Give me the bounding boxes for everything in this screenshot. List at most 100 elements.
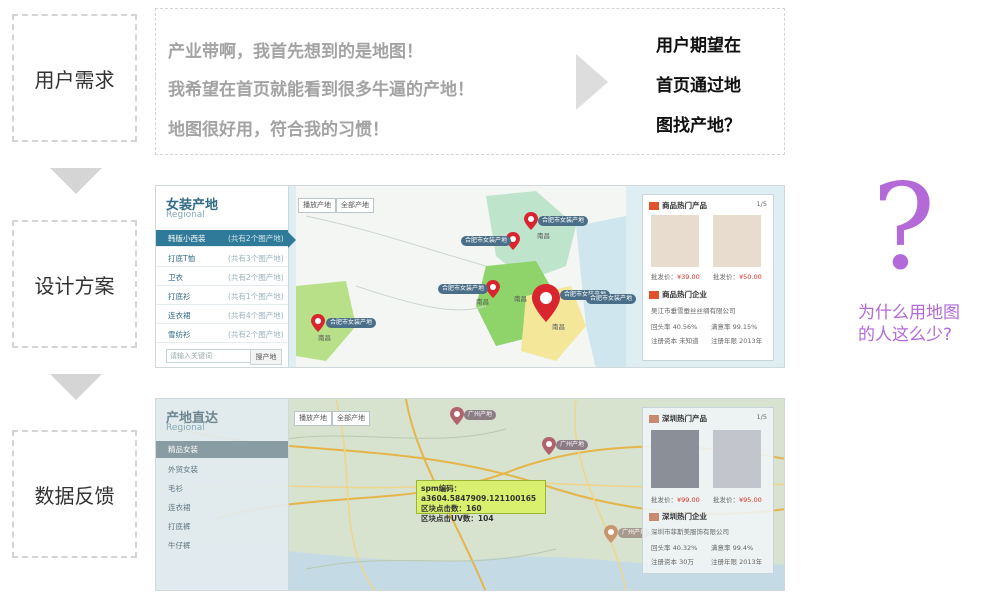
category-item[interactable]: 打底T恤 (共有3个图产地) [156,250,288,267]
map-pin-icon[interactable] [524,212,538,230]
map-pin-large-icon[interactable] [532,284,560,322]
company-stat: 注册资本 30万 [651,558,694,566]
user-quote: 我希望在首页就能看到很多牛逼的产地！ [168,80,474,100]
map-pin-icon[interactable] [542,437,556,455]
region-label: 合肥市女装产地 [438,284,489,294]
tab-play-regions[interactable]: 播放产地 [298,198,336,213]
card-heading: 深圳热门产品 [649,413,707,424]
card-heading-text: 深圳热门企业 [662,512,707,521]
down-arrow-icon [50,168,102,194]
city-label: 南昌 [537,232,550,240]
price-value: ¥99.00 [677,496,700,504]
category-item[interactable]: 连衣裙 [156,499,288,516]
category-label: 外贸女装 [168,465,198,474]
category-count: (共有2个图产地) [228,273,284,282]
active-pointer-icon [288,232,296,248]
category-item[interactable]: 连衣裙 (共有4个图产地) [156,307,288,324]
tooltip-uv: 区块点击UV数：104 [421,514,494,523]
category-count: (共有3个图产地) [228,254,284,263]
price-value: ¥50.00 [739,273,762,281]
user-quote: 产业带啊，我首先想到的是地图！ [168,42,423,62]
feedback-screenshot: 产地直达 Regional 精品女装 外贸女装 毛衫 连衣裙 打底裤 牛仔裤 播… [155,398,785,591]
city-label: 南昌 [514,295,527,303]
region-label: 广州产地 [464,410,497,420]
stage-label: 设计方案 [34,273,115,298]
category-item[interactable]: 卫衣 (共有2个图产地) [156,269,288,286]
category-item[interactable]: 打底裤 [156,518,288,535]
card-heading: 商品热门产品 [649,200,707,211]
down-arrow-icon [50,374,102,400]
design-sidebar: 女装产地 Regional 韩版小西装 (共有2个图产地) 打底T恤 (共有3个… [156,186,289,367]
map-pin-icon[interactable] [450,407,464,425]
card-heading-text: 深圳热门产品 [662,414,707,423]
stage-label: 用户需求 [34,67,115,92]
company-name[interactable]: 深圳市菲斯美服饰有限公司 [651,526,729,536]
category-item[interactable]: 韩版小西装 (共有2个图产地) [156,230,288,247]
product-thumb[interactable] [651,215,699,267]
company-stat: 回头率 40.32% [651,544,698,552]
product-price: 批发价：¥39.00 [651,271,700,281]
user-quote: 地图很好用，符合我的习惯！ [168,120,389,140]
category-count: (共有2个图产地) [228,330,284,339]
question-line: 的人这么少? [858,325,953,345]
expectation-line: 用户期望在 [656,36,741,56]
city-label: 南昌 [552,323,565,331]
tooltip-clicks: 区块点击数：160 [421,504,482,513]
price-value: ¥95.00 [739,496,762,504]
search-input[interactable]: 请输入关键词 [166,349,251,363]
region-label: 合肥市女装产地 [461,236,512,246]
product-thumb[interactable] [651,430,699,488]
product-price: 批发价：¥50.00 [713,271,762,281]
stage-user-needs: 用户需求 [12,14,137,142]
price-value: ¥39.00 [677,273,700,281]
category-label: 精品女装 [168,445,198,454]
map-pin-icon[interactable] [604,525,618,543]
category-item[interactable]: 毛衫 [156,480,288,497]
category-label: 韩版小西装 [168,234,206,243]
card-heading: 商品热门企业 [649,289,707,300]
card-heading-text: 商品热门产品 [662,201,707,210]
category-label: 牛仔裤 [168,541,191,550]
price-label: 批发价： [713,273,739,281]
expectation-line: 图找产地？ [656,116,741,136]
tab-all-regions[interactable]: 全部产地 [336,198,374,213]
category-item[interactable]: 打底衫 (共有1个图产地) [156,288,288,305]
company-name[interactable]: 吴江市垂雪蚕丝丝绸有限公司 [651,305,736,315]
price-label: 批发价： [651,496,677,504]
category-label: 打底T恤 [168,254,196,263]
pager[interactable]: 1/5 [757,200,767,208]
tab-all-regions[interactable]: 全部产地 [332,411,370,426]
category-item[interactable]: 精品女装 [156,441,288,458]
category-item[interactable]: 雪纺衫 (共有2个图产地) [156,326,288,343]
panel-subtitle: Regional [166,423,205,433]
company-stat: 回头率 40.56% [651,323,698,331]
category-item[interactable]: 外贸女装 [156,461,288,478]
region-label: 合肥市女装产地 [586,294,637,304]
tag-icon [649,202,659,210]
panel-subtitle: Regional [166,210,205,220]
company-stat: 注册资本 未知道 [651,337,699,345]
tag-icon [649,291,659,299]
tab-play-regions[interactable]: 播放产地 [294,411,332,426]
product-thumb[interactable] [713,215,761,267]
region-label: 广州产地 [556,440,589,450]
category-label: 卫衣 [168,273,183,282]
category-count: (共有4个图产地) [228,311,284,320]
category-item[interactable]: 牛仔裤 [156,537,288,554]
question-mark-icon: ? [872,158,936,296]
price-label: 批发价： [713,496,739,504]
product-price: 批发价：¥99.00 [651,494,700,504]
tag-icon [649,415,659,423]
company-stat: 注册年限 2013年 [711,337,763,345]
feedback-sidebar: 产地直达 Regional 精品女装 外贸女装 毛衫 连衣裙 打底裤 牛仔裤 [156,399,289,590]
stage-design: 设计方案 [12,220,137,348]
card-heading: 深圳热门企业 [649,511,707,522]
category-label: 雪纺衫 [168,330,191,339]
map-pin-icon[interactable] [311,314,325,332]
pager[interactable]: 1/5 [757,413,767,421]
stage-label: 数据反馈 [34,483,115,508]
category-label: 连衣裙 [168,311,191,320]
product-thumb[interactable] [713,430,761,488]
tooltip-spm: spm编码：a3604.5847909.121100165 [421,484,537,503]
search-button[interactable]: 搜产地 [250,349,282,365]
